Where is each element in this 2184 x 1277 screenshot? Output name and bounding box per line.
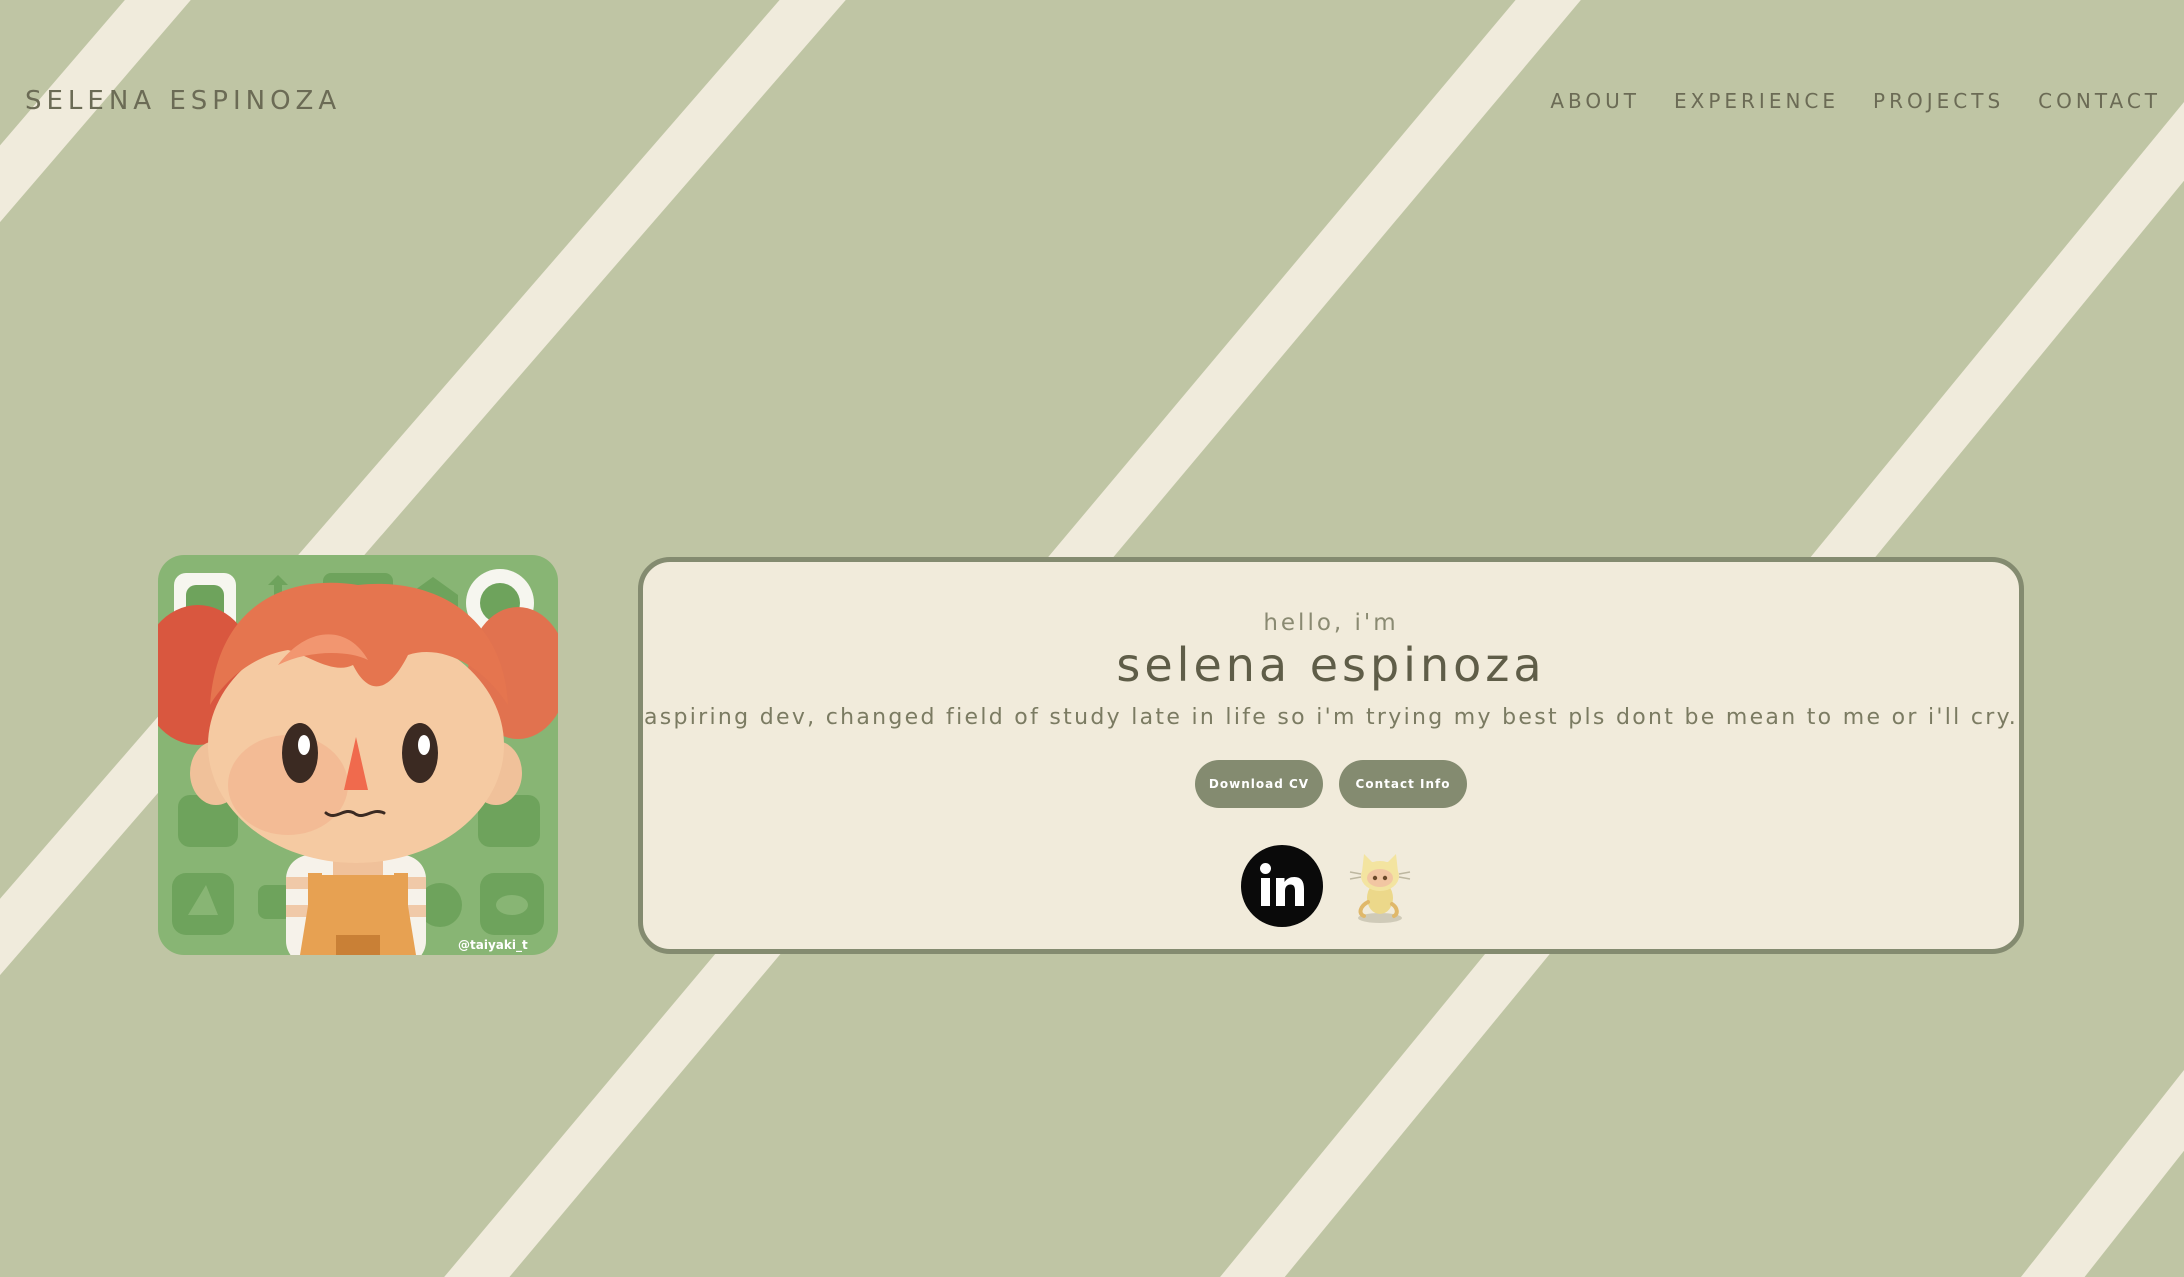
github-octocat-icon [1349,854,1411,923]
site-header: SELENA ESPINOZA ABOUT EXPERIENCE PROJECT… [0,0,2184,205]
download-cv-button[interactable]: Download CV [1195,760,1323,808]
nav-experience[interactable]: EXPERIENCE [1674,89,1839,113]
artist-credit-text: @taiyaki_t [458,938,528,953]
tagline-text: aspiring dev, changed field of study lat… [643,705,2019,730]
nav-contact[interactable]: CONTACT [2038,89,2161,113]
main-nav: ABOUT EXPERIENCE PROJECTS CONTACT [1550,89,2161,113]
linkedin-icon [1241,845,1323,927]
nav-about[interactable]: ABOUT [1550,89,1640,113]
contact-info-button[interactable]: Contact Info [1339,760,1467,808]
social-links [643,844,2019,928]
linkedin-link[interactable] [1240,844,1324,928]
profile-avatar-illustration: @taiyaki_t [158,555,558,955]
nav-projects[interactable]: PROJECTS [1873,89,2004,113]
github-link[interactable] [1338,844,1422,928]
brand-logo-link[interactable]: SELENA ESPINOZA [25,86,341,116]
intro-card: hello, i'm selena espinoza aspiring dev,… [638,557,2024,954]
cta-buttons: Download CV Contact Info [643,760,2019,808]
greeting-text: hello, i'm [1263,610,1399,636]
hero-name-heading: selena espinoza [1116,638,1546,692]
